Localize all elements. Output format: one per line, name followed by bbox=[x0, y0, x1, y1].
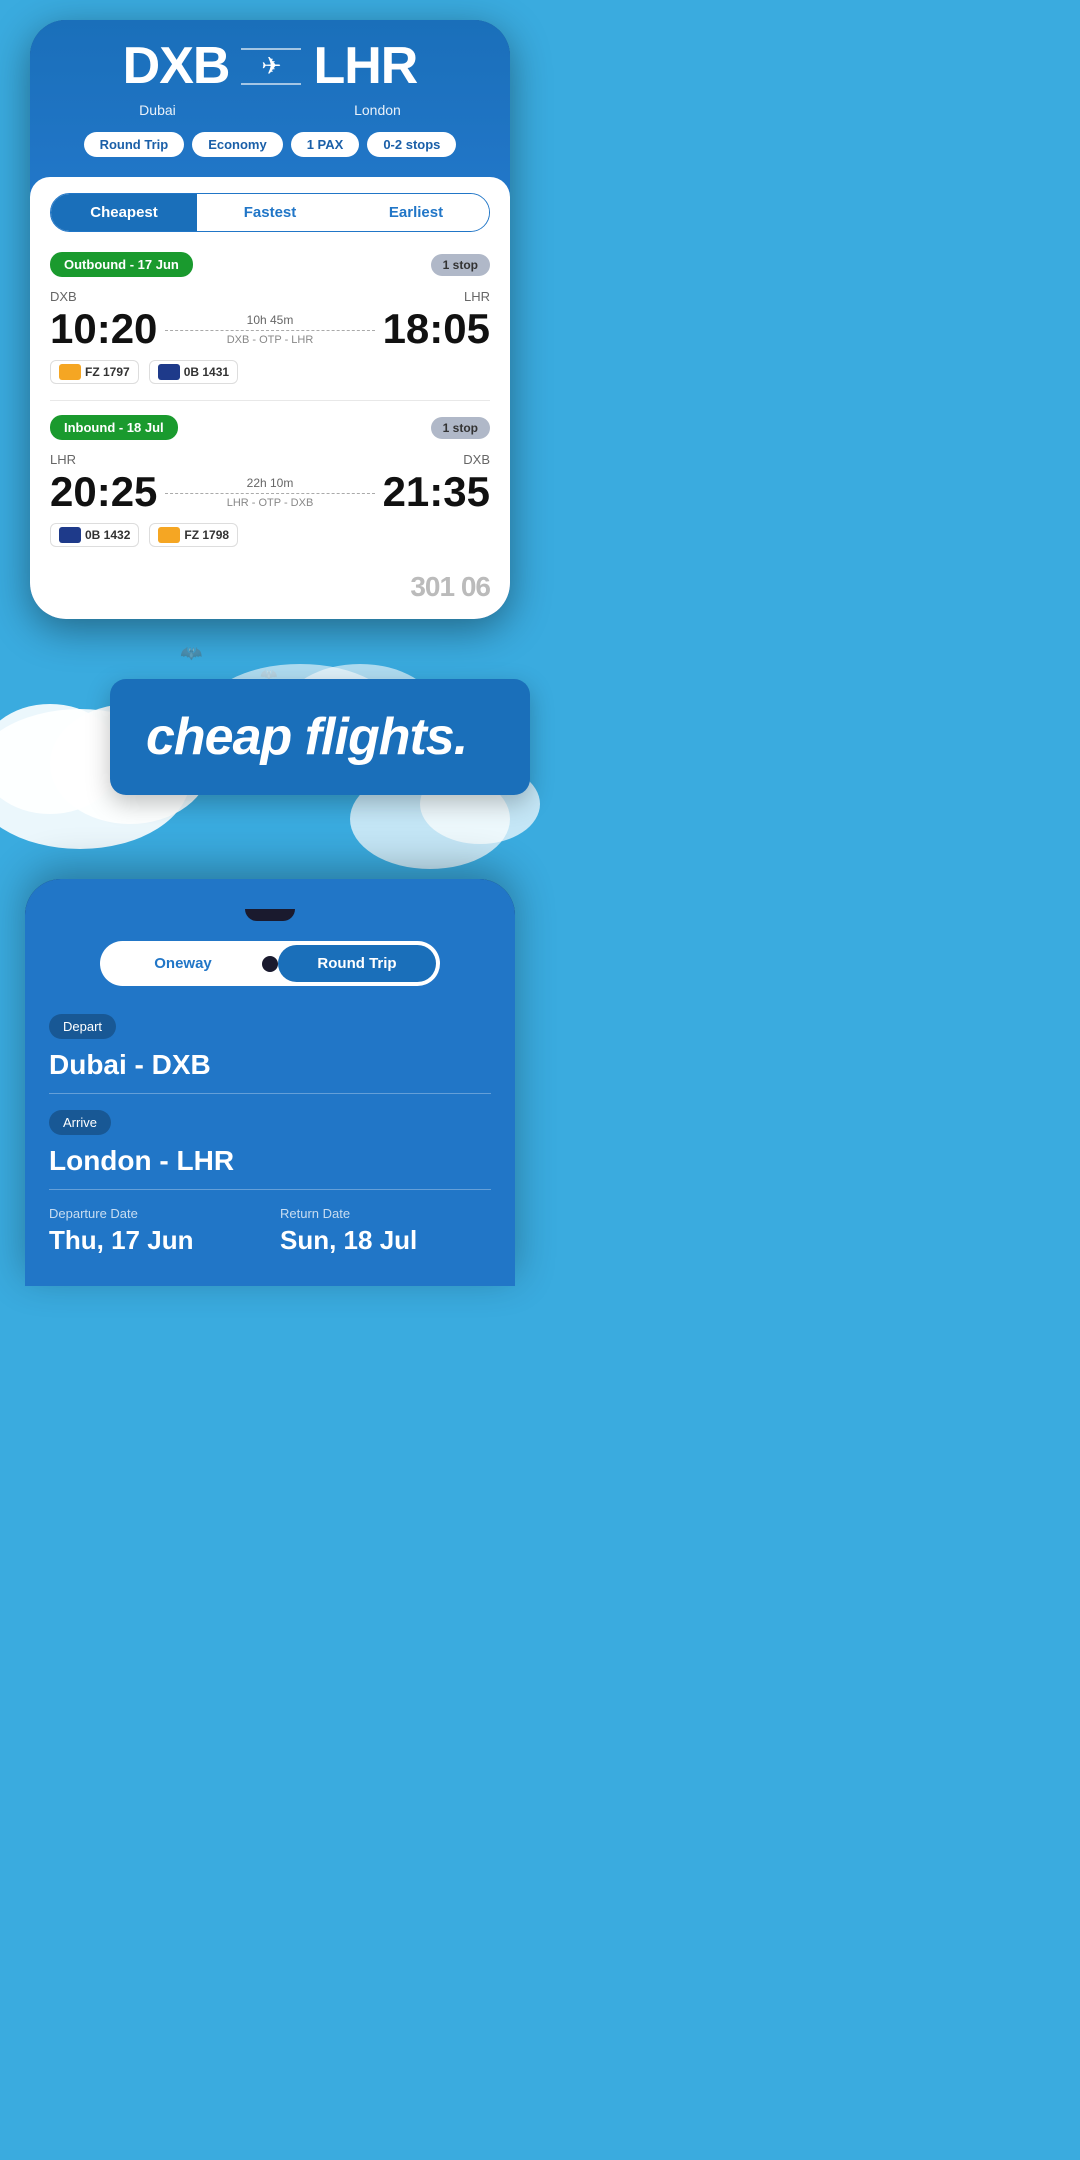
pill-stops[interactable]: 0-2 stops bbox=[367, 132, 456, 157]
roundtrip-option[interactable]: Round Trip bbox=[278, 945, 436, 982]
outbound-badge: Outbound - 17 Jun bbox=[50, 252, 193, 277]
origin-code: DXB bbox=[123, 36, 230, 96]
outbound-section: Outbound - 17 Jun 1 stop DXB LHR 10:20 1… bbox=[50, 252, 490, 384]
depart-value[interactable]: Dubai - DXB bbox=[49, 1049, 491, 1094]
trip-type-toggle[interactable]: Oneway Round Trip bbox=[100, 941, 440, 986]
dest-code: LHR bbox=[313, 36, 417, 96]
depart-label: Depart bbox=[49, 1014, 116, 1039]
inbound-origin-code: LHR bbox=[50, 452, 76, 467]
outbound-via: DXB - OTP - LHR bbox=[227, 334, 314, 346]
tab-cheapest[interactable]: Cheapest bbox=[51, 194, 197, 231]
departure-date-label: Departure Date bbox=[49, 1206, 260, 1221]
blueair-logo bbox=[158, 364, 180, 380]
dest-city: London bbox=[354, 102, 401, 118]
inbound-time-row: 20:25 22h 10m LHR - OTP - DXB 21:35 bbox=[50, 471, 490, 513]
outbound-time-row: 10:20 10h 45m DXB - OTP - LHR 18:05 bbox=[50, 308, 490, 350]
outbound-airlines: FZ 1797 0B 1431 bbox=[50, 360, 490, 384]
inbound-airline-2: FZ 1798 bbox=[149, 523, 238, 547]
outbound-arr-time: 18:05 bbox=[383, 308, 490, 350]
outbound-dep-time: 10:20 bbox=[50, 308, 157, 350]
arrive-label: Arrive bbox=[49, 1110, 111, 1135]
return-date-field[interactable]: Return Date Sun, 18 Jul bbox=[280, 1206, 491, 1256]
outbound-flight-1: FZ 1797 bbox=[85, 365, 130, 379]
flydubai-logo bbox=[59, 364, 81, 380]
outbound-airline-2: 0B 1431 bbox=[149, 360, 238, 384]
inbound-dest-code: DXB bbox=[463, 452, 490, 467]
inbound-stop-badge: 1 stop bbox=[431, 417, 490, 439]
inbound-section: Inbound - 18 Jul 1 stop LHR DXB 20:25 22… bbox=[50, 415, 490, 547]
inbound-flight-1: 0B 1432 bbox=[85, 528, 130, 542]
blueair-logo-2 bbox=[59, 527, 81, 543]
dates-row: Departure Date Thu, 17 Jun Return Date S… bbox=[49, 1206, 491, 1256]
return-date-label: Return Date bbox=[280, 1206, 491, 1221]
return-date-value[interactable]: Sun, 18 Jul bbox=[280, 1225, 491, 1256]
arrive-field[interactable]: Arrive London - LHR bbox=[49, 1110, 491, 1190]
origin-city: Dubai bbox=[139, 102, 176, 118]
inbound-dep-time: 20:25 bbox=[50, 471, 157, 513]
inbound-via: LHR - OTP - DXB bbox=[227, 497, 314, 509]
pill-trip-type[interactable]: Round Trip bbox=[84, 132, 185, 157]
outbound-stop-badge: 1 stop bbox=[431, 254, 490, 276]
inbound-flight-2: FZ 1798 bbox=[184, 528, 229, 542]
inbound-airlines: 0B 1432 FZ 1798 bbox=[50, 523, 490, 547]
cheap-flights-banner: cheap flights. bbox=[110, 679, 530, 795]
tab-earliest[interactable]: Earliest bbox=[343, 194, 489, 231]
flight-header: DXB ✈ LHR Dubai London Round Trip Econom… bbox=[30, 20, 510, 177]
outbound-duration: 10h 45m bbox=[247, 313, 294, 327]
inbound-airline-1: 0B 1432 bbox=[50, 523, 139, 547]
inbound-duration: 22h 10m bbox=[247, 476, 294, 490]
bottom-phone: Oneway Round Trip Depart Dubai - DXB Arr… bbox=[25, 879, 515, 1286]
departure-date-value[interactable]: Thu, 17 Jun bbox=[49, 1225, 260, 1256]
plane-icon: ✈ bbox=[241, 48, 301, 85]
toggle-dot bbox=[262, 956, 278, 972]
inbound-arr-time: 21:35 bbox=[383, 471, 490, 513]
flydubai-logo-2 bbox=[158, 527, 180, 543]
oneway-option[interactable]: Oneway bbox=[104, 945, 262, 982]
outbound-origin-code: DXB bbox=[50, 289, 77, 304]
outbound-airline-1: FZ 1797 bbox=[50, 360, 139, 384]
results-content: Cheapest Fastest Earliest Outbound - 17 … bbox=[30, 177, 510, 619]
arrive-value[interactable]: London - LHR bbox=[49, 1145, 491, 1190]
pill-cabin[interactable]: Economy bbox=[192, 132, 283, 157]
outbound-dest-code: LHR bbox=[464, 289, 490, 304]
depart-field[interactable]: Depart Dubai - DXB bbox=[49, 1014, 491, 1094]
price-stub: 301 06 bbox=[410, 571, 490, 603]
cheap-flights-text: cheap flights. bbox=[146, 707, 494, 767]
outbound-flight-2: 0B 1431 bbox=[184, 365, 229, 379]
sort-tabs: Cheapest Fastest Earliest bbox=[50, 193, 490, 232]
departure-date-field[interactable]: Departure Date Thu, 17 Jun bbox=[49, 1206, 260, 1256]
search-form: Oneway Round Trip Depart Dubai - DXB Arr… bbox=[25, 879, 515, 1286]
top-phone: DXB ✈ LHR Dubai London Round Trip Econom… bbox=[30, 20, 510, 619]
tab-fastest[interactable]: Fastest bbox=[197, 194, 343, 231]
phone-notch bbox=[245, 909, 295, 921]
inbound-badge: Inbound - 18 Jul bbox=[50, 415, 178, 440]
pill-pax[interactable]: 1 PAX bbox=[291, 132, 360, 157]
